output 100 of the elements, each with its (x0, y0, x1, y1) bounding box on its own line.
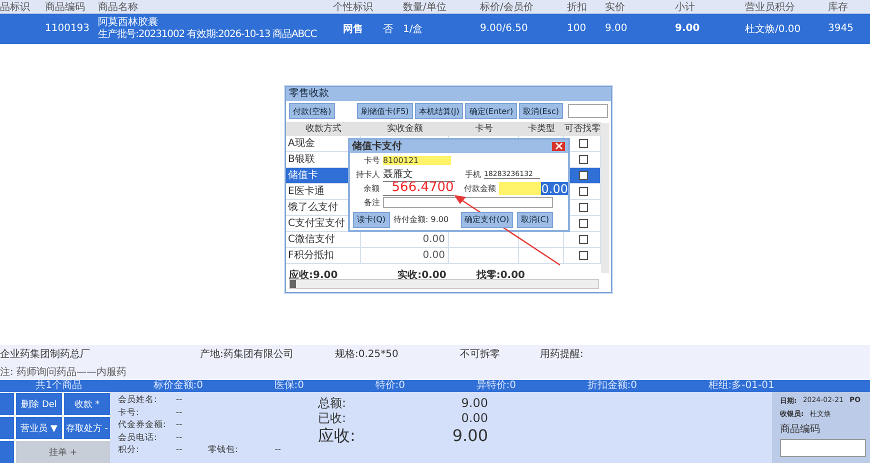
total-label: 应收: (318, 426, 356, 446)
member-label: 零钱包: (208, 444, 239, 456)
table-cell-text: 9.00 (605, 23, 628, 34)
amount-cell: 0.00 (422, 234, 445, 245)
column-header: 实价 (605, 0, 626, 14)
info-text: 产地:药集团有限公司 (200, 348, 294, 361)
column-header: 可否找零 (564, 122, 601, 136)
checkbox[interactable] (578, 186, 588, 196)
field-label: 付款金额 (464, 182, 496, 194)
toolbar-button[interactable]: 付款(空格) (289, 103, 336, 120)
table-cell-text: 1/盒 (403, 22, 424, 36)
member-label: 积分: (118, 444, 140, 456)
read-card-button[interactable]: 读卡(Q) (353, 212, 390, 228)
card-number-field[interactable]: 8100121 (383, 156, 451, 165)
column-header: 商品名称 (98, 0, 139, 14)
summary-text: 异特价:0 (476, 380, 516, 392)
summary-text: 医保:0 (274, 380, 304, 392)
field-label: 备注 (363, 196, 380, 208)
product-row[interactable]: 1100193 阿莫西林胶囊 生产批号:20231002 有效期:2026-10-13 商品ABCC 网售 否 1/盒 9.00/6.50 100 9.00 9.00 杜文焕/0.00 3945 (0, 14, 870, 44)
vertical-scrollbar[interactable] (601, 122, 609, 273)
checkbox[interactable] (578, 154, 588, 164)
summary-text: 折扣金额:0 (587, 380, 637, 392)
column-header: 收款方式 (304, 122, 342, 136)
table-cell-text: 9.00 (675, 23, 701, 34)
total-value: 0.00 (461, 411, 488, 426)
member-value: -- (274, 444, 282, 456)
member-label: 卡号: (118, 406, 139, 419)
field-label: 手机 (465, 168, 481, 180)
column-header: 卡类型 (527, 122, 556, 136)
action-button[interactable]: 存取处方 - (64, 417, 110, 439)
member-label: 会员电话: (118, 432, 157, 444)
total-label: 已收: (318, 411, 346, 426)
toolbar-button[interactable]: 刷储值卡(F5) (356, 103, 413, 120)
payment-amount-field[interactable]: 0.00 (498, 182, 568, 195)
member-value: -- (176, 432, 182, 444)
toolbar-button[interactable]: 确定(Enter) (465, 103, 518, 120)
column-header: 商品编码 (45, 0, 86, 14)
member-label: 代金券金额: (118, 419, 166, 432)
field-label: 余额 (362, 182, 380, 194)
action-button[interactable]: 挂单 + (16, 441, 110, 463)
column-header: 个性标识 (333, 0, 374, 14)
input-field[interactable] (568, 104, 608, 118)
amount-cell: 0.00 (422, 250, 445, 261)
info-text: 企业药集团制药总厂 (0, 348, 91, 361)
table-cell-text: 9.00/6.50 (480, 23, 529, 34)
dialog-title: 零售收款 (289, 88, 329, 99)
member-value: -- (176, 394, 182, 406)
column-header: 品标识 (0, 0, 31, 14)
horizontal-scrollbar[interactable] (289, 278, 599, 289)
column-header: 数量/单位 (403, 0, 448, 14)
table-cell-text: 网售 (343, 22, 363, 36)
confirm-button[interactable]: 确定支付(O) (460, 212, 514, 228)
toolbar-button[interactable]: 本机结算(J) (414, 103, 464, 120)
member-label: 会员姓名: (118, 394, 157, 406)
checkbox[interactable] (578, 202, 588, 212)
payment-method: F积分抵扣 (286, 248, 361, 263)
checkbox[interactable] (578, 138, 588, 148)
product-code-field[interactable] (780, 439, 866, 457)
table-cell-text: 1100193 (45, 23, 91, 34)
member-value: -- (176, 444, 184, 456)
column-header: 库存 (828, 0, 849, 14)
column-header: 营业员积分 (745, 0, 796, 14)
checkbox[interactable] (578, 234, 588, 244)
note-field[interactable] (383, 196, 553, 208)
close-icon[interactable] (552, 142, 565, 151)
summary-text: 标价金额:0 (153, 380, 203, 392)
member-value: -- (176, 419, 182, 432)
column-header: 标价/会员价 (480, 0, 534, 14)
info-text: 不可拆零 (460, 348, 501, 361)
field-label: 商品编码 (780, 422, 821, 436)
info-text: 用药提醒: (540, 348, 584, 361)
cancel-button[interactable]: 取消(C) (517, 212, 553, 228)
column-header: 小计 (675, 0, 696, 14)
column-header: 折扣 (567, 0, 588, 14)
checkbox[interactable] (578, 170, 588, 180)
table-cell-text: 100 (567, 23, 588, 34)
total-value: 9.00 (452, 426, 488, 446)
checkbox[interactable] (578, 250, 588, 260)
pending-amount: 待付金额: 9.00 (394, 214, 449, 226)
action-button[interactable]: 删除 Del (16, 393, 62, 415)
payment-row[interactable]: F积分抵扣 0.00 (286, 248, 601, 264)
member-value: -- (176, 406, 182, 419)
summary-text: 共1个商品 (36, 380, 82, 392)
summary-text: 柜组:多-01-01 (708, 380, 774, 392)
checkbox[interactable] (578, 218, 588, 228)
summary-text: 特价:0 (375, 380, 405, 392)
product-name: 阿莫西林胶囊 (98, 16, 159, 28)
column-header: 实收金额 (386, 122, 424, 136)
total-text: 实收:0.00 (398, 268, 446, 282)
info-text: 注: 药师询问药品——内服药 (0, 366, 128, 379)
column-header: 卡号 (474, 122, 494, 136)
toolbar-button[interactable]: 取消(Esc) (519, 103, 563, 120)
product-detail: 生产批号:20231002 有效期:2026-10-13 商品ABCC (98, 28, 318, 41)
table-cell-text: 否 (383, 22, 393, 36)
action-button[interactable]: 收款 * (64, 393, 110, 415)
total-value: 9.00 (461, 396, 488, 411)
field-label: 卡号 (363, 154, 380, 166)
action-button[interactable]: 营业员 ▼ (16, 417, 62, 439)
total-text: 应收:9.00 (289, 268, 338, 282)
holder-field: 聂雁文 (383, 166, 455, 182)
